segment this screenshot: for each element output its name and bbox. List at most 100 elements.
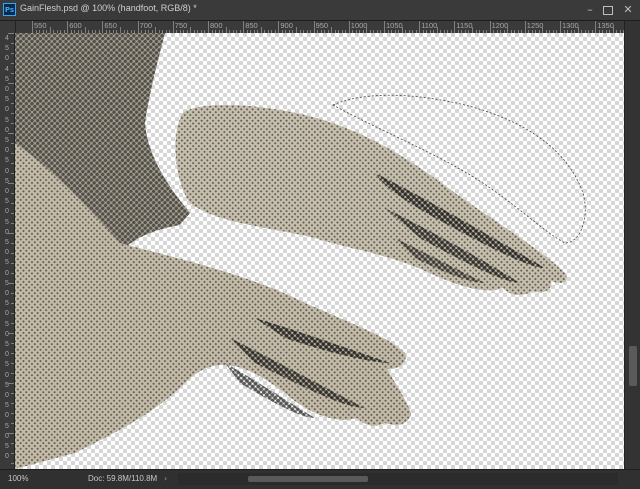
ruler-tick xyxy=(8,433,14,434)
ruler-tick xyxy=(11,173,14,174)
ruler-label: 0 xyxy=(5,208,9,216)
ruler-tick xyxy=(102,21,104,33)
ruler-label: 1150 xyxy=(456,21,473,30)
ruler-label: 0 xyxy=(5,330,9,338)
status-bar: 100% Doc: 59.8M/110.8M › xyxy=(0,469,640,489)
ruler-label: 700 xyxy=(139,21,153,30)
maximize-icon[interactable] xyxy=(600,2,616,18)
ruler-label: 5 xyxy=(5,157,9,165)
ruler-label: 0 xyxy=(5,147,9,155)
ruler-label: 4 xyxy=(5,65,9,73)
ruler-tick xyxy=(11,443,14,444)
ruler-label: 0 xyxy=(5,55,9,63)
ruler-label: 5 xyxy=(5,96,9,104)
ruler-tick xyxy=(8,183,14,184)
ruler-label: 5 xyxy=(5,443,9,450)
document-title: GainFlesh.psd @ 100% (handfoot, RGB/8) * xyxy=(20,3,197,13)
ruler-tick xyxy=(137,21,139,33)
status-menu-arrow-icon[interactable]: › xyxy=(164,474,167,483)
ruler-tick xyxy=(11,403,14,404)
ruler-label: 5 xyxy=(5,422,9,430)
close-icon[interactable]: ✕ xyxy=(620,2,636,18)
horizontal-scrollbar[interactable] xyxy=(178,473,618,485)
ruler-tick xyxy=(11,423,14,424)
minimize-icon[interactable]: – xyxy=(582,2,598,18)
ruler-label: 0 xyxy=(5,86,9,93)
ruler-tick xyxy=(11,313,14,314)
ruler-tick xyxy=(11,453,14,454)
ruler-tick xyxy=(243,21,245,33)
zoom-level[interactable]: 100% xyxy=(8,474,28,483)
ruler-label: 5 xyxy=(5,137,9,144)
ruler-label: 1050 xyxy=(386,21,403,30)
ruler-label: 5 xyxy=(5,259,9,267)
vertical-scroll-thumb[interactable] xyxy=(629,346,637,386)
photoshop-document-window: Ps GainFlesh.psd @ 100% (handfoot, RGB/8… xyxy=(0,0,640,489)
ruler-tick xyxy=(11,93,14,94)
ruler-tick xyxy=(11,323,14,324)
ruler-tick xyxy=(11,363,14,364)
ruler-tick xyxy=(11,193,14,194)
document-title-bar[interactable]: Ps GainFlesh.psd @ 100% (handfoot, RGB/8… xyxy=(0,0,640,21)
ruler-tick xyxy=(8,383,14,384)
ruler-label: 550 xyxy=(34,21,47,30)
ruler-tick xyxy=(11,343,14,344)
ruler-tick xyxy=(348,21,350,33)
ruler-tick xyxy=(11,303,14,304)
ruler-tick xyxy=(489,21,491,33)
ruler-tick xyxy=(11,73,14,74)
ruler-label: 5 xyxy=(5,341,9,348)
ruler-tick xyxy=(11,273,14,274)
horizontal-scroll-thumb[interactable] xyxy=(248,476,368,482)
ruler-label: 0 xyxy=(5,371,9,379)
ruler-label: 0 xyxy=(5,310,9,318)
ruler-label: 5 xyxy=(5,239,9,246)
ruler-tick xyxy=(32,21,33,33)
ruler-tick xyxy=(11,253,14,254)
ruler-label: 0 xyxy=(5,453,9,461)
ruler-tick xyxy=(8,233,14,234)
ruler-label: 5 xyxy=(5,402,9,410)
document-canvas[interactable] xyxy=(15,33,624,469)
ruler-label: 5 xyxy=(5,198,9,206)
ruler-label: 1200 xyxy=(491,21,509,30)
ruler-tick xyxy=(384,21,385,33)
ruler-tick xyxy=(172,21,174,33)
ruler-label: 1350 xyxy=(597,21,614,30)
ruler-label: 4 xyxy=(5,35,9,42)
ruler-tick xyxy=(11,413,14,414)
ruler-tick xyxy=(208,21,209,33)
ruler-tick xyxy=(11,463,14,464)
ruler-label: 5 xyxy=(5,361,9,369)
ruler-label: 0 xyxy=(5,412,9,420)
ruler-label: 0 xyxy=(5,188,9,195)
ruler-tick xyxy=(11,263,14,264)
ruler-tick xyxy=(11,293,14,294)
ruler-label: 850 xyxy=(245,21,258,30)
ruler-tick xyxy=(11,53,14,54)
ruler-tick xyxy=(11,243,14,244)
ruler-tick xyxy=(419,21,421,33)
ruler-tick xyxy=(11,63,14,64)
ruler-tick xyxy=(11,103,14,104)
ruler-tick xyxy=(11,373,14,374)
artwork xyxy=(15,33,586,469)
ruler-tick xyxy=(67,21,69,33)
ruler-tick xyxy=(11,163,14,164)
upper-hand-halftone xyxy=(175,105,567,295)
ruler-label: 800 xyxy=(210,21,223,30)
ruler-tick xyxy=(11,213,14,214)
ruler-tick xyxy=(11,43,14,44)
ruler-tick xyxy=(278,21,280,33)
ruler-label: 5 xyxy=(5,320,9,328)
ruler-label: 750 xyxy=(174,21,188,30)
ruler-tick xyxy=(11,143,14,144)
ruler-label: 5 xyxy=(5,300,9,308)
ruler-label: 5 xyxy=(5,218,9,226)
ruler-tick xyxy=(8,283,14,284)
document-size-info: Doc: 59.8M/110.8M xyxy=(88,474,158,483)
vertical-ruler[interactable]: 4504505050505050505050505050505050505050… xyxy=(0,33,15,469)
vertical-scrollbar[interactable] xyxy=(624,21,640,469)
ruler-tick xyxy=(11,153,14,154)
ruler-tick xyxy=(8,133,14,134)
